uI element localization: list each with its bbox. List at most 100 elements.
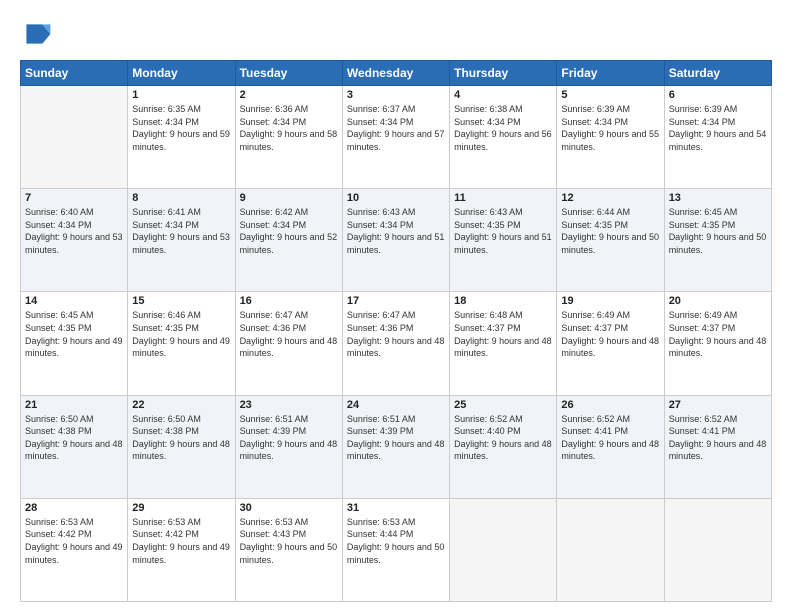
calendar-cell xyxy=(557,498,664,601)
generalblue-logo-icon xyxy=(20,18,52,50)
cell-text: Sunrise: 6:40 AMSunset: 4:34 PMDaylight:… xyxy=(25,207,123,255)
cell-text: Sunrise: 6:43 AMSunset: 4:34 PMDaylight:… xyxy=(347,207,445,255)
day-number: 26 xyxy=(561,399,659,411)
calendar-week-5: 28Sunrise: 6:53 AMSunset: 4:42 PMDayligh… xyxy=(21,498,772,601)
cell-text: Sunrise: 6:41 AMSunset: 4:34 PMDaylight:… xyxy=(132,207,230,255)
cell-text: Sunrise: 6:36 AMSunset: 4:34 PMDaylight:… xyxy=(240,104,338,152)
page: SundayMondayTuesdayWednesdayThursdayFrid… xyxy=(0,0,792,612)
calendar-cell: 18Sunrise: 6:48 AMSunset: 4:37 PMDayligh… xyxy=(450,292,557,395)
cell-text: Sunrise: 6:37 AMSunset: 4:34 PMDaylight:… xyxy=(347,104,445,152)
logo xyxy=(20,18,56,50)
calendar-cell: 20Sunrise: 6:49 AMSunset: 4:37 PMDayligh… xyxy=(664,292,771,395)
calendar-cell: 2 Sunrise: 6:36 AMSunset: 4:34 PMDaylight… xyxy=(235,86,342,189)
day-number: 2 xyxy=(240,89,338,101)
cell-text: Sunrise: 6:49 AMSunset: 4:37 PMDaylight:… xyxy=(561,310,659,358)
cell-text: Sunrise: 6:53 AMSunset: 4:44 PMDaylight:… xyxy=(347,517,445,565)
cell-text: Sunrise: 6:45 AMSunset: 4:35 PMDaylight:… xyxy=(669,207,767,255)
calendar-cell: 4 Sunrise: 6:38 AMSunset: 4:34 PMDaylight… xyxy=(450,86,557,189)
day-number: 21 xyxy=(25,399,123,411)
cell-text: Sunrise: 6:53 AMSunset: 4:42 PMDaylight:… xyxy=(25,517,123,565)
calendar-cell: 12Sunrise: 6:44 AMSunset: 4:35 PMDayligh… xyxy=(557,189,664,292)
cell-text: Sunrise: 6:47 AMSunset: 4:36 PMDaylight:… xyxy=(347,310,445,358)
day-number: 4 xyxy=(454,89,552,101)
cell-text: Sunrise: 6:53 AMSunset: 4:42 PMDaylight:… xyxy=(132,517,230,565)
calendar-cell: 17Sunrise: 6:47 AMSunset: 4:36 PMDayligh… xyxy=(342,292,449,395)
calendar-header-row: SundayMondayTuesdayWednesdayThursdayFrid… xyxy=(21,61,772,86)
calendar-cell: 1 Sunrise: 6:35 AMSunset: 4:34 PMDaylight… xyxy=(128,86,235,189)
day-number: 11 xyxy=(454,192,552,204)
day-number: 23 xyxy=(240,399,338,411)
day-number: 16 xyxy=(240,295,338,307)
header xyxy=(20,18,772,50)
cell-text: Sunrise: 6:52 AMSunset: 4:41 PMDaylight:… xyxy=(561,414,659,462)
cell-text: Sunrise: 6:45 AMSunset: 4:35 PMDaylight:… xyxy=(25,310,123,358)
calendar-header-sunday: Sunday xyxy=(21,61,128,86)
calendar-cell: 5 Sunrise: 6:39 AMSunset: 4:34 PMDaylight… xyxy=(557,86,664,189)
cell-text: Sunrise: 6:38 AMSunset: 4:34 PMDaylight:… xyxy=(454,104,552,152)
cell-text: Sunrise: 6:47 AMSunset: 4:36 PMDaylight:… xyxy=(240,310,338,358)
calendar-cell: 8 Sunrise: 6:41 AMSunset: 4:34 PMDaylight… xyxy=(128,189,235,292)
day-number: 5 xyxy=(561,89,659,101)
day-number: 8 xyxy=(132,192,230,204)
day-number: 10 xyxy=(347,192,445,204)
cell-text: Sunrise: 6:52 AMSunset: 4:40 PMDaylight:… xyxy=(454,414,552,462)
cell-text: Sunrise: 6:51 AMSunset: 4:39 PMDaylight:… xyxy=(347,414,445,462)
calendar-week-1: 1 Sunrise: 6:35 AMSunset: 4:34 PMDaylight… xyxy=(21,86,772,189)
calendar-cell: 15Sunrise: 6:46 AMSunset: 4:35 PMDayligh… xyxy=(128,292,235,395)
calendar-week-3: 14Sunrise: 6:45 AMSunset: 4:35 PMDayligh… xyxy=(21,292,772,395)
calendar-cell: 23 Sunrise: 6:51 AMSunset: 4:39 PMDayligh… xyxy=(235,395,342,498)
cell-text: Sunrise: 6:42 AMSunset: 4:34 PMDaylight:… xyxy=(240,207,338,255)
cell-text: Sunrise: 6:53 AMSunset: 4:43 PMDaylight:… xyxy=(240,517,338,565)
day-number: 9 xyxy=(240,192,338,204)
calendar-week-2: 7Sunrise: 6:40 AMSunset: 4:34 PMDaylight… xyxy=(21,189,772,292)
day-number: 19 xyxy=(561,295,659,307)
calendar-table: SundayMondayTuesdayWednesdayThursdayFrid… xyxy=(20,60,772,602)
calendar-header-monday: Monday xyxy=(128,61,235,86)
day-number: 25 xyxy=(454,399,552,411)
calendar-cell: 31 Sunrise: 6:53 AMSunset: 4:44 PMDayligh… xyxy=(342,498,449,601)
calendar-cell: 19 Sunrise: 6:49 AMSunset: 4:37 PMDayligh… xyxy=(557,292,664,395)
calendar-week-4: 21 Sunrise: 6:50 AMSunset: 4:38 PMDayligh… xyxy=(21,395,772,498)
calendar-cell: 28Sunrise: 6:53 AMSunset: 4:42 PMDayligh… xyxy=(21,498,128,601)
calendar-cell: 30 Sunrise: 6:53 AMSunset: 4:43 PMDayligh… xyxy=(235,498,342,601)
calendar-header-thursday: Thursday xyxy=(450,61,557,86)
calendar-cell: 14Sunrise: 6:45 AMSunset: 4:35 PMDayligh… xyxy=(21,292,128,395)
calendar-cell: 16 Sunrise: 6:47 AMSunset: 4:36 PMDayligh… xyxy=(235,292,342,395)
cell-text: Sunrise: 6:44 AMSunset: 4:35 PMDaylight:… xyxy=(561,207,659,255)
calendar-cell: 10 Sunrise: 6:43 AMSunset: 4:34 PMDayligh… xyxy=(342,189,449,292)
day-number: 18 xyxy=(454,295,552,307)
calendar-header-wednesday: Wednesday xyxy=(342,61,449,86)
calendar-header-saturday: Saturday xyxy=(664,61,771,86)
calendar-cell: 27 Sunrise: 6:52 AMSunset: 4:41 PMDayligh… xyxy=(664,395,771,498)
day-number: 13 xyxy=(669,192,767,204)
calendar-cell: 26 Sunrise: 6:52 AMSunset: 4:41 PMDayligh… xyxy=(557,395,664,498)
calendar-header-friday: Friday xyxy=(557,61,664,86)
day-number: 29 xyxy=(132,502,230,514)
calendar-cell: 11 Sunrise: 6:43 AMSunset: 4:35 PMDayligh… xyxy=(450,189,557,292)
day-number: 22 xyxy=(132,399,230,411)
calendar-cell: 3 Sunrise: 6:37 AMSunset: 4:34 PMDaylight… xyxy=(342,86,449,189)
day-number: 31 xyxy=(347,502,445,514)
cell-text: Sunrise: 6:35 AMSunset: 4:34 PMDaylight:… xyxy=(132,104,230,152)
calendar-cell: 29 Sunrise: 6:53 AMSunset: 4:42 PMDayligh… xyxy=(128,498,235,601)
cell-text: Sunrise: 6:39 AMSunset: 4:34 PMDaylight:… xyxy=(669,104,767,152)
calendar-cell: 24Sunrise: 6:51 AMSunset: 4:39 PMDayligh… xyxy=(342,395,449,498)
cell-text: Sunrise: 6:51 AMSunset: 4:39 PMDaylight:… xyxy=(240,414,338,462)
calendar-cell xyxy=(664,498,771,601)
day-number: 1 xyxy=(132,89,230,101)
calendar-cell: 22Sunrise: 6:50 AMSunset: 4:38 PMDayligh… xyxy=(128,395,235,498)
cell-text: Sunrise: 6:39 AMSunset: 4:34 PMDaylight:… xyxy=(561,104,659,152)
calendar-cell: 13 Sunrise: 6:45 AMSunset: 4:35 PMDayligh… xyxy=(664,189,771,292)
cell-text: Sunrise: 6:43 AMSunset: 4:35 PMDaylight:… xyxy=(454,207,552,255)
cell-text: Sunrise: 6:52 AMSunset: 4:41 PMDaylight:… xyxy=(669,414,767,462)
calendar-cell: 25 Sunrise: 6:52 AMSunset: 4:40 PMDayligh… xyxy=(450,395,557,498)
day-number: 27 xyxy=(669,399,767,411)
cell-text: Sunrise: 6:49 AMSunset: 4:37 PMDaylight:… xyxy=(669,310,767,358)
calendar-cell: 9 Sunrise: 6:42 AMSunset: 4:34 PMDaylight… xyxy=(235,189,342,292)
day-number: 3 xyxy=(347,89,445,101)
day-number: 30 xyxy=(240,502,338,514)
cell-text: Sunrise: 6:50 AMSunset: 4:38 PMDaylight:… xyxy=(25,414,123,462)
calendar-header-tuesday: Tuesday xyxy=(235,61,342,86)
day-number: 15 xyxy=(132,295,230,307)
calendar-cell: 7Sunrise: 6:40 AMSunset: 4:34 PMDaylight… xyxy=(21,189,128,292)
